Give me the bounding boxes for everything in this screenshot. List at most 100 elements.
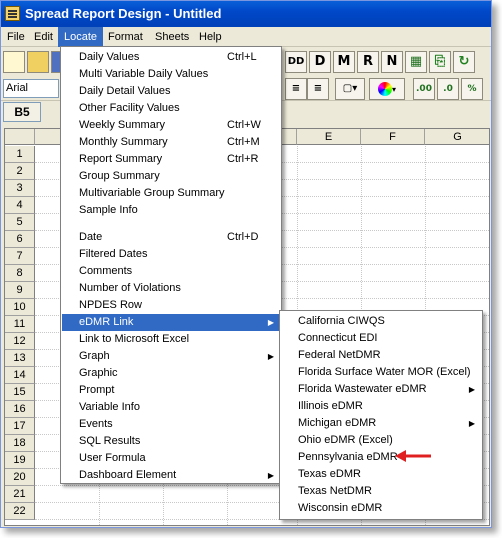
row-header[interactable]: 5 (5, 214, 35, 231)
submenu-arrow-icon: ▶ (267, 471, 274, 480)
row-header[interactable]: 9 (5, 282, 35, 299)
submenu-arrow-icon: ▶ (468, 419, 475, 428)
corner-header[interactable] (5, 129, 35, 145)
menu-item-weekly-summary[interactable]: Weekly Summary Ctrl+W (62, 117, 280, 134)
row-header[interactable]: 4 (5, 197, 35, 214)
border-icon[interactable]: ▢▾ (335, 78, 365, 100)
percent-icon[interactable]: % (461, 78, 483, 100)
row-header[interactable]: 18 (5, 435, 35, 452)
column-header-f[interactable]: F (361, 129, 425, 145)
menu-item-prompt[interactable]: Prompt (62, 382, 280, 399)
menu-item-multivariable-group-summary[interactable]: Multivariable Group Summary (62, 185, 280, 202)
menu-item-filtered-dates[interactable]: Filtered Dates (62, 246, 280, 263)
row-header[interactable]: 7 (5, 248, 35, 265)
menu-item-edmr-link[interactable]: eDMR Link ▶ (62, 314, 280, 331)
menu-item-graph[interactable]: Graph ▶ (62, 348, 280, 365)
submenu-item-texas-netdmr[interactable]: Texas NetDMR (281, 483, 481, 500)
submenu-item-texas-edmr[interactable]: Texas eDMR (281, 466, 481, 483)
menu-item-monthly-summary[interactable]: Monthly Summary Ctrl+M (62, 134, 280, 151)
submenu-item-illinois-edmr[interactable]: Illinois eDMR (281, 398, 481, 415)
column-header-e[interactable]: E (297, 129, 361, 145)
align-center-icon[interactable]: ≡ (285, 78, 307, 100)
menu-item-dashboard-element[interactable]: Dashboard Element ▶ (62, 467, 280, 484)
open-folder-icon[interactable] (27, 51, 49, 73)
menu-item-variable-info[interactable]: Variable Info (62, 399, 280, 416)
menu-bar: File Edit Locate Format Sheets Help (1, 27, 491, 47)
row-header[interactable]: 19 (5, 452, 35, 469)
menu-item-link-to-microsoft-excel[interactable]: Link to Microsoft Excel (62, 331, 280, 348)
menu-item-events[interactable]: Events (62, 416, 280, 433)
app-icon (5, 6, 20, 21)
row-header[interactable]: 20 (5, 469, 35, 486)
toolbar-d-button[interactable]: D (309, 51, 331, 73)
menu-file[interactable]: File (1, 27, 31, 47)
menu-edit[interactable]: Edit (28, 27, 59, 47)
refresh-icon[interactable]: ↻ (453, 51, 475, 73)
row-header[interactable]: 15 (5, 384, 35, 401)
copy-green-icon[interactable]: ⎘ (429, 51, 451, 73)
submenu-item-wisconsin-edmr[interactable]: Wisconsin eDMR (281, 500, 481, 517)
column-header-g[interactable]: G (425, 129, 489, 145)
toolbar-r-button[interactable]: R (357, 51, 379, 73)
color-picker-icon[interactable]: ▾ (369, 78, 405, 100)
font-name-field[interactable]: Arial (3, 79, 59, 98)
submenu-item-pennsylvania-edmr[interactable]: Pennsylvania eDMR (281, 449, 481, 466)
row-header[interactable]: 11 (5, 316, 35, 333)
edmr-link-submenu: California CIWQS Connecticut EDI Federal… (279, 310, 483, 520)
row-header[interactable]: 3 (5, 180, 35, 197)
locate-menu-dropdown: Daily Values Ctrl+L Multi Variable Daily … (60, 46, 282, 484)
spreadsheet-icon[interactable]: ▦ (405, 51, 427, 73)
row-header[interactable]: 6 (5, 231, 35, 248)
menu-item-group-summary[interactable]: Group Summary (62, 168, 280, 185)
row-header[interactable]: 2 (5, 163, 35, 180)
menu-item-daily-values[interactable]: Daily Values Ctrl+L (62, 49, 280, 66)
toolbar-m-button[interactable]: M (333, 51, 355, 73)
decrease-decimal-icon[interactable]: .0 (437, 78, 459, 100)
menu-item-other-facility-values[interactable]: Other Facility Values (62, 100, 280, 117)
submenu-item-california-ciwqs[interactable]: California CIWQS (281, 313, 481, 330)
menu-item-sql-results[interactable]: SQL Results (62, 433, 280, 450)
row-header[interactable]: 14 (5, 367, 35, 384)
submenu-item-connecticut-edi[interactable]: Connecticut EDI (281, 330, 481, 347)
increase-decimal-icon[interactable]: .00 (413, 78, 435, 100)
menu-item-multi-variable-daily-values[interactable]: Multi Variable Daily Values (62, 66, 280, 83)
menu-item-number-of-violations[interactable]: Number of Violations (62, 280, 280, 297)
menu-item-user-formula[interactable]: User Formula (62, 450, 280, 467)
submenu-arrow-icon: ▶ (267, 318, 274, 327)
align-right-icon[interactable]: ≡ (307, 78, 329, 100)
row-header[interactable]: 1 (5, 146, 35, 163)
menu-item-comments[interactable]: Comments (62, 263, 280, 280)
submenu-arrow-icon: ▶ (468, 385, 475, 394)
row-header[interactable]: 12 (5, 333, 35, 350)
submenu-item-ohio-edmr-excel[interactable]: Ohio eDMR (Excel) (281, 432, 481, 449)
toolbar-dd-button[interactable]: DD (285, 51, 307, 73)
row-header[interactable]: 21 (5, 486, 35, 503)
menu-locate[interactable]: Locate (58, 27, 104, 47)
menu-item-daily-detail-values[interactable]: Daily Detail Values (62, 83, 280, 100)
menu-item-report-summary[interactable]: Report Summary Ctrl+R (62, 151, 280, 168)
app-window: Spread Report Design - Untitled File Edi… (0, 0, 492, 528)
menu-item-date[interactable]: Date Ctrl+D (62, 229, 280, 246)
menu-item-npdes-row[interactable]: NPDES Row (62, 297, 280, 314)
menu-separator (64, 223, 278, 224)
toolbar-n-button[interactable]: N (381, 51, 403, 73)
row-header[interactable]: 10 (5, 299, 35, 316)
row-header[interactable]: 17 (5, 418, 35, 435)
red-pointer-arrow-icon (395, 450, 431, 462)
menu-item-graphic[interactable]: Graphic (62, 365, 280, 382)
title-bar: Spread Report Design - Untitled (1, 1, 491, 27)
row-header[interactable]: 22 (5, 503, 35, 520)
submenu-item-michigan-edmr[interactable]: Michigan eDMR ▶ (281, 415, 481, 432)
row-header[interactable]: 16 (5, 401, 35, 418)
cell-reference-box[interactable]: B5 (3, 102, 41, 122)
menu-item-sample-info[interactable]: Sample Info (62, 202, 280, 219)
menu-format[interactable]: Format (102, 27, 149, 47)
submenu-item-florida-surface-water-mor[interactable]: Florida Surface Water MOR (Excel) (281, 364, 481, 381)
row-header[interactable]: 8 (5, 265, 35, 282)
menu-help[interactable]: Help (193, 27, 228, 47)
new-doc-icon[interactable] (3, 51, 25, 73)
submenu-item-florida-wastewater-edmr[interactable]: Florida Wastewater eDMR ▶ (281, 381, 481, 398)
row-header[interactable]: 13 (5, 350, 35, 367)
menu-sheets[interactable]: Sheets (149, 27, 195, 47)
submenu-item-federal-netdmr[interactable]: Federal NetDMR (281, 347, 481, 364)
